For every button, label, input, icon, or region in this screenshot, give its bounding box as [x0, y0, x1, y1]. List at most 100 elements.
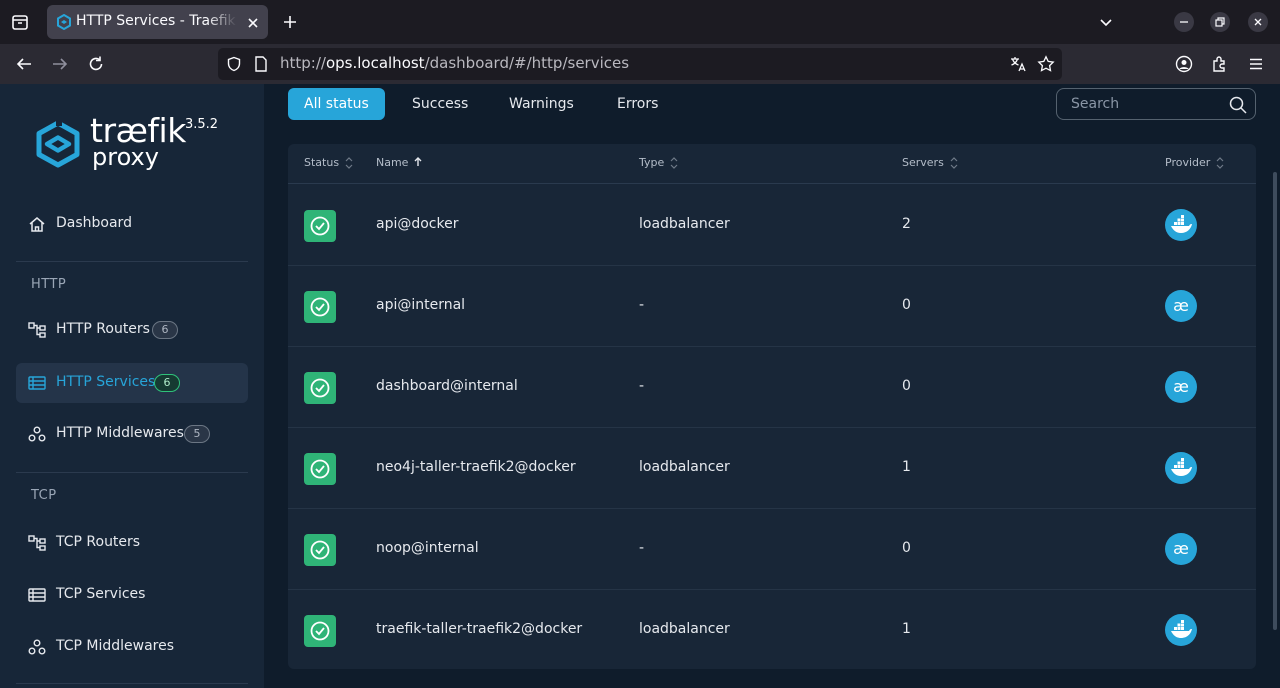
minimize-icon[interactable]: [1174, 12, 1194, 32]
bookmark-star-icon[interactable]: [1037, 55, 1055, 73]
chevron-down-icon[interactable]: [1098, 14, 1114, 30]
table-row[interactable]: api@internal - 0 æ: [288, 266, 1256, 347]
url-text[interactable]: http://ops.localhost/dashboard/#/http/se…: [280, 54, 629, 72]
sort-icon: [670, 157, 678, 169]
success-check-icon: [304, 210, 336, 242]
column-header-type[interactable]: Type: [639, 156, 678, 170]
sidebar-divider: [16, 261, 248, 262]
page-icon[interactable]: [254, 56, 268, 72]
forward-arrow-icon[interactable]: [51, 55, 69, 73]
success-check-icon: [304, 453, 336, 485]
success-check-icon: [304, 615, 336, 647]
docker-icon: [1165, 614, 1197, 646]
svg-text:æ: æ: [1173, 296, 1189, 315]
sort-icon: [345, 157, 353, 169]
sidebar-item-tcp-routers[interactable]: TCP Routers: [16, 523, 248, 563]
logo-subtitle: proxy: [92, 143, 159, 171]
service-type: loadbalancer: [639, 621, 730, 637]
service-type: loadbalancer: [639, 459, 730, 475]
svg-text:æ: æ: [1173, 539, 1189, 558]
browser-tab-active[interactable]: HTTP Services - Traefik Proxy: [47, 5, 268, 39]
filter-success[interactable]: Success: [396, 88, 484, 120]
column-header-name[interactable]: Name: [376, 156, 422, 170]
success-check-icon: [304, 291, 336, 323]
main-content: All status Success Warnings Errors Searc…: [264, 84, 1280, 688]
browser-nav-bar: http://ops.localhost/dashboard/#/http/se…: [0, 44, 1280, 84]
service-servers: 1: [902, 459, 911, 475]
table-row[interactable]: api@docker loadbalancer 2: [288, 185, 1256, 266]
sidebar-item-http-middlewares[interactable]: HTTP Middlewares 5: [16, 414, 248, 454]
sidebar-divider: [16, 472, 248, 473]
sidebar-item-tcp-middlewares[interactable]: TCP Middlewares: [16, 627, 248, 667]
tab-list-icon[interactable]: [8, 10, 32, 34]
filter-errors[interactable]: Errors: [601, 88, 674, 120]
success-check-icon: [304, 372, 336, 404]
filter-all-status[interactable]: All status: [288, 88, 385, 120]
service-name: noop@internal: [376, 540, 479, 556]
service-name: api@docker: [376, 216, 459, 232]
sidebar-item-tcp-services[interactable]: TCP Services: [16, 575, 248, 615]
sidebar-heading-tcp: TCP: [31, 488, 57, 503]
sidebar-item-http-routers[interactable]: HTTP Routers 6: [16, 310, 248, 350]
page-scrollbar[interactable]: [1273, 172, 1277, 630]
tab-close-icon[interactable]: [246, 15, 260, 29]
account-icon[interactable]: [1175, 55, 1193, 73]
service-type: -: [639, 540, 645, 556]
table-row[interactable]: traefik-taller-traefik2@docker loadbalan…: [288, 590, 1256, 669]
service-name: api@internal: [376, 297, 466, 313]
routers-icon: [28, 322, 46, 338]
filter-warnings[interactable]: Warnings: [493, 88, 590, 120]
service-servers: 0: [902, 297, 911, 313]
middlewares-icon: [28, 639, 46, 655]
success-check-icon: [304, 534, 336, 566]
extensions-icon[interactable]: [1211, 55, 1229, 73]
service-servers: 0: [902, 540, 911, 556]
service-name: dashboard@internal: [376, 378, 518, 394]
traefik-favicon-icon: [56, 13, 72, 31]
services-icon: [28, 375, 46, 391]
service-name: traefik-taller-traefik2@docker: [376, 621, 583, 637]
column-header-status[interactable]: Status: [304, 156, 353, 170]
restore-icon[interactable]: [1210, 12, 1230, 32]
column-header-servers[interactable]: Servers: [902, 156, 958, 170]
service-servers: 2: [902, 216, 911, 232]
svg-text:æ: æ: [1173, 377, 1189, 396]
middlewares-icon: [28, 426, 46, 442]
new-tab-icon[interactable]: [282, 14, 298, 30]
services-icon: [28, 587, 46, 603]
shield-icon[interactable]: [226, 56, 242, 72]
docker-icon: [1165, 209, 1197, 241]
sort-icon: [1216, 157, 1224, 169]
count-badge: 6: [154, 374, 180, 392]
count-badge: 6: [152, 321, 178, 339]
internal-provider-icon: æ: [1165, 290, 1197, 322]
back-arrow-icon[interactable]: [15, 55, 33, 73]
home-icon: [28, 216, 46, 232]
url-bar[interactable]: http://ops.localhost/dashboard/#/http/se…: [218, 48, 1062, 80]
sort-ascending-icon: [414, 157, 422, 166]
service-name: neo4j-taller-traefik2@docker: [376, 459, 576, 475]
table-row[interactable]: noop@internal - 0 æ: [288, 509, 1256, 590]
search-icon[interactable]: [1229, 96, 1247, 114]
close-window-icon[interactable]: [1248, 12, 1268, 32]
search-input[interactable]: Search: [1056, 88, 1256, 120]
service-servers: 1: [902, 621, 911, 637]
service-type: -: [639, 378, 645, 394]
column-header-provider[interactable]: Provider: [1165, 156, 1224, 170]
docker-icon: [1165, 452, 1197, 484]
menu-icon[interactable]: [1247, 55, 1265, 73]
internal-provider-icon: æ: [1165, 533, 1197, 565]
sidebar-divider: [16, 683, 248, 684]
service-servers: 0: [902, 378, 911, 394]
reload-icon[interactable]: [87, 55, 105, 73]
sidebar-item-http-services[interactable]: HTTP Services 6: [16, 363, 248, 403]
table-header: Status Name Type Servers Provider: [288, 144, 1256, 184]
table-row[interactable]: neo4j-taller-traefik2@docker loadbalance…: [288, 428, 1256, 509]
service-type: -: [639, 297, 645, 313]
traefik-logo-icon: [32, 118, 84, 170]
translate-icon[interactable]: [1009, 55, 1027, 73]
table-row[interactable]: dashboard@internal - 0 æ: [288, 347, 1256, 428]
services-table: Status Name Type Servers Provider api@do…: [288, 144, 1256, 669]
sidebar-item-dashboard[interactable]: Dashboard: [16, 204, 248, 244]
version-label: 3.5.2: [185, 117, 219, 132]
